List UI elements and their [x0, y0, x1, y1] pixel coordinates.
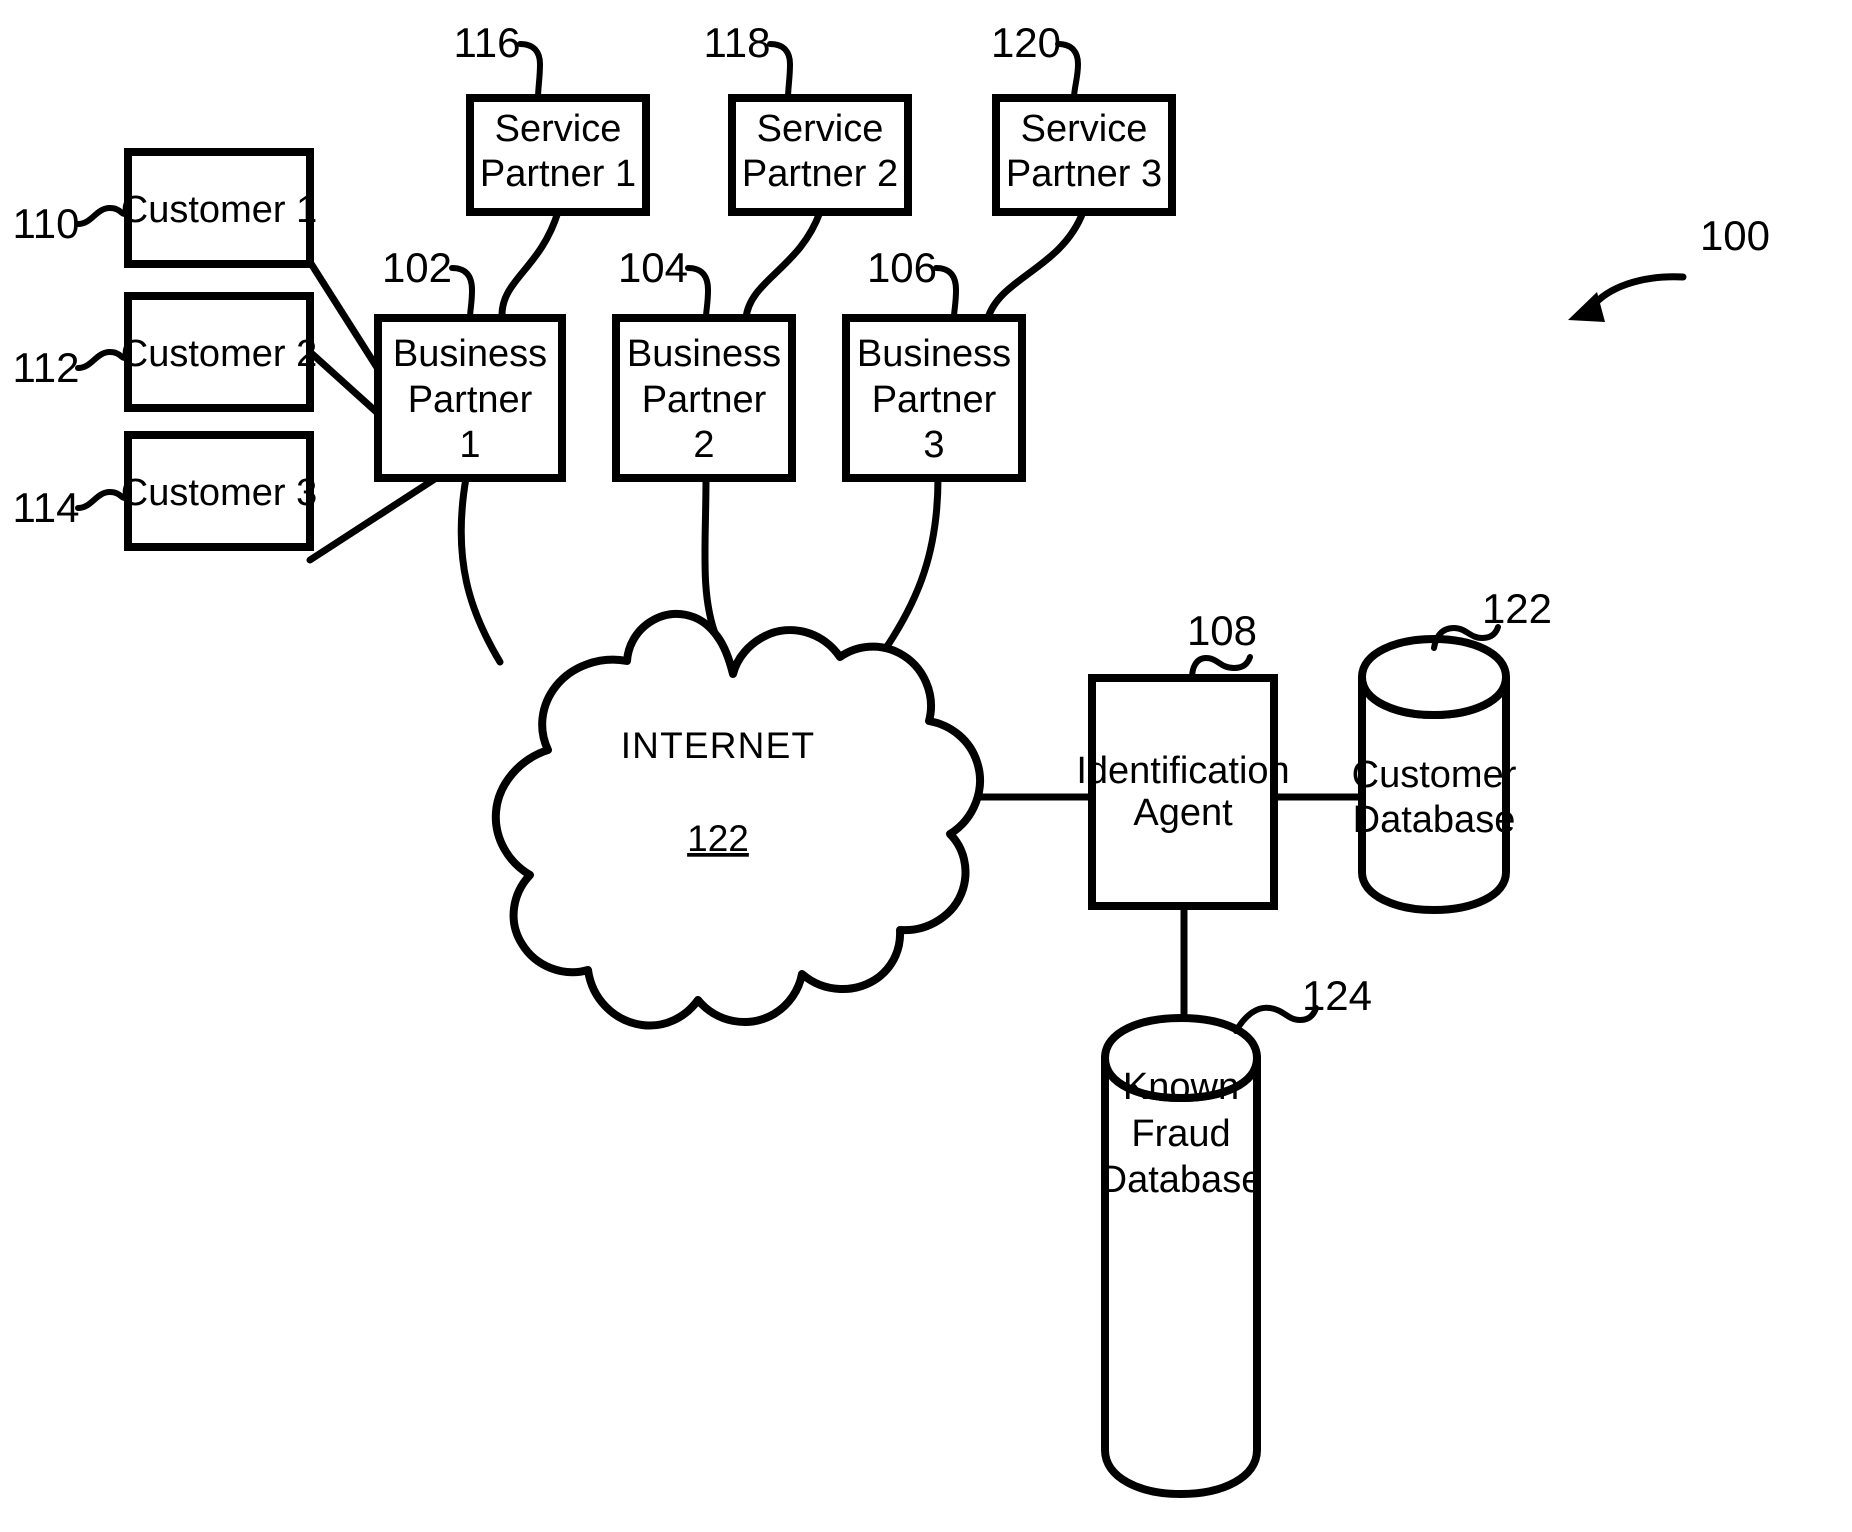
figure-reference-100: 100	[1568, 212, 1770, 322]
business-partner-1-line2: Partner	[408, 379, 533, 421]
ref-116-label: 116	[454, 19, 521, 66]
business-partner-2-line2: Partner	[642, 379, 767, 421]
diagram-canvas: Customer 1 Customer 2 Customer 3 110 112…	[13, 19, 1770, 1498]
ref-102-leader	[449, 265, 475, 321]
business-partner-2-line1: Business	[627, 333, 781, 375]
link-bp1-internet	[457, 474, 504, 666]
customer-1-label: Customer 1	[121, 189, 317, 231]
link-sp3-bp3	[984, 208, 1087, 322]
ref-118-leader	[767, 41, 793, 101]
business-partner-3-line2: Partner	[872, 379, 997, 421]
customer-database-line1: Customer	[1352, 754, 1517, 796]
internet-label: INTERNET	[621, 725, 816, 766]
identification-agent-line1: Identification	[1076, 750, 1289, 792]
business-partner-2-node[interactable]: Business Partner 2	[612, 314, 796, 482]
identification-agent-reference-numeral: 108	[1187, 607, 1257, 681]
internet-cloud-node[interactable]: INTERNET 122	[491, 609, 984, 1030]
link-customer3-bp1	[306, 469, 448, 564]
figure-ref-100-arrow-curve	[1588, 273, 1687, 311]
service-partner-1-node[interactable]: Service Partner 1	[466, 94, 650, 216]
ref-104-leader	[685, 265, 711, 321]
ref-122-db-label: 122	[1482, 585, 1552, 632]
ref-114-label: 114	[13, 484, 80, 531]
ref-116-leader	[517, 41, 543, 101]
patent-figure: Customer 1 Customer 2 Customer 3 110 112…	[0, 0, 1852, 1532]
ref-110-label: 110	[13, 200, 80, 247]
service-partner-1-line2: Partner 1	[480, 153, 636, 195]
link-sp2-bp2	[742, 208, 824, 322]
ref-120-label: 120	[991, 19, 1061, 66]
service-partner-group: Service Partner 1 Service Partner 2 Serv…	[466, 94, 1176, 216]
known-fraud-database-line1: Known	[1123, 1066, 1239, 1108]
ref-104-label: 104	[618, 244, 688, 291]
link-sp1-bp1	[498, 208, 562, 322]
link-bp2-internet	[701, 474, 720, 640]
known-fraud-database-line2: Fraud	[1131, 1113, 1230, 1155]
service-partner-2-line1: Service	[757, 108, 884, 150]
service-partner-3-line2: Partner 3	[1006, 153, 1162, 195]
figure-ref-100-label: 100	[1700, 212, 1770, 259]
business-partner-group: Business Partner 1 Business Partner 2 Bu…	[374, 314, 1026, 482]
business-partner-reference-numerals: 102 104 106	[382, 244, 959, 321]
ref-106-leader	[933, 265, 959, 321]
business-partner-1-line3: 1	[459, 424, 480, 466]
identification-agent-line2: Agent	[1133, 792, 1233, 834]
link-bp3-internet	[882, 474, 942, 652]
service-partner-2-line2: Partner 2	[742, 153, 898, 195]
business-partner-3-line3: 3	[923, 424, 944, 466]
service-partner-2-node[interactable]: Service Partner 2	[728, 94, 912, 216]
known-fraud-database-node[interactable]: Known Fraud Database	[1100, 1014, 1263, 1498]
known-fraud-database-reference-numeral: 124	[1233, 972, 1372, 1034]
internet-ref-122: 122	[687, 818, 749, 859]
service-partner-reference-numerals: 116 118 120	[454, 19, 1081, 101]
ref-108-label: 108	[1187, 607, 1257, 654]
ref-106-label: 106	[867, 244, 937, 291]
ref-112-label: 112	[13, 344, 80, 391]
customer-1-node[interactable]: Customer 1	[121, 148, 317, 268]
known-fraud-database-line3: Database	[1100, 1159, 1263, 1201]
customer-2-label: Customer 2	[121, 333, 317, 375]
customer-3-node[interactable]: Customer 3	[121, 431, 317, 551]
customer-reference-numerals: 110 112 114	[13, 200, 131, 531]
identification-agent-node[interactable]: Identification Agent	[1076, 674, 1290, 910]
customer-2-node[interactable]: Customer 2	[121, 292, 317, 412]
business-partner-1-line1: Business	[393, 333, 547, 375]
ref-102-label: 102	[382, 244, 452, 291]
business-partner-3-line1: Business	[857, 333, 1011, 375]
service-partner-3-node[interactable]: Service Partner 3	[992, 94, 1176, 216]
business-partner-2-line3: 2	[693, 424, 714, 466]
customer-3-label: Customer 3	[121, 472, 317, 514]
service-partner-1-line1: Service	[495, 108, 622, 150]
business-partner-1-node[interactable]: Business Partner 1	[374, 314, 566, 482]
customer-database-node[interactable]: Customer Database	[1352, 635, 1517, 914]
ref-118-label: 118	[704, 19, 771, 66]
business-partner-3-node[interactable]: Business Partner 3	[842, 314, 1026, 482]
customer-database-line2: Database	[1353, 799, 1516, 841]
customer-group: Customer 1 Customer 2 Customer 3	[121, 148, 317, 551]
service-partner-3-line1: Service	[1021, 108, 1148, 150]
